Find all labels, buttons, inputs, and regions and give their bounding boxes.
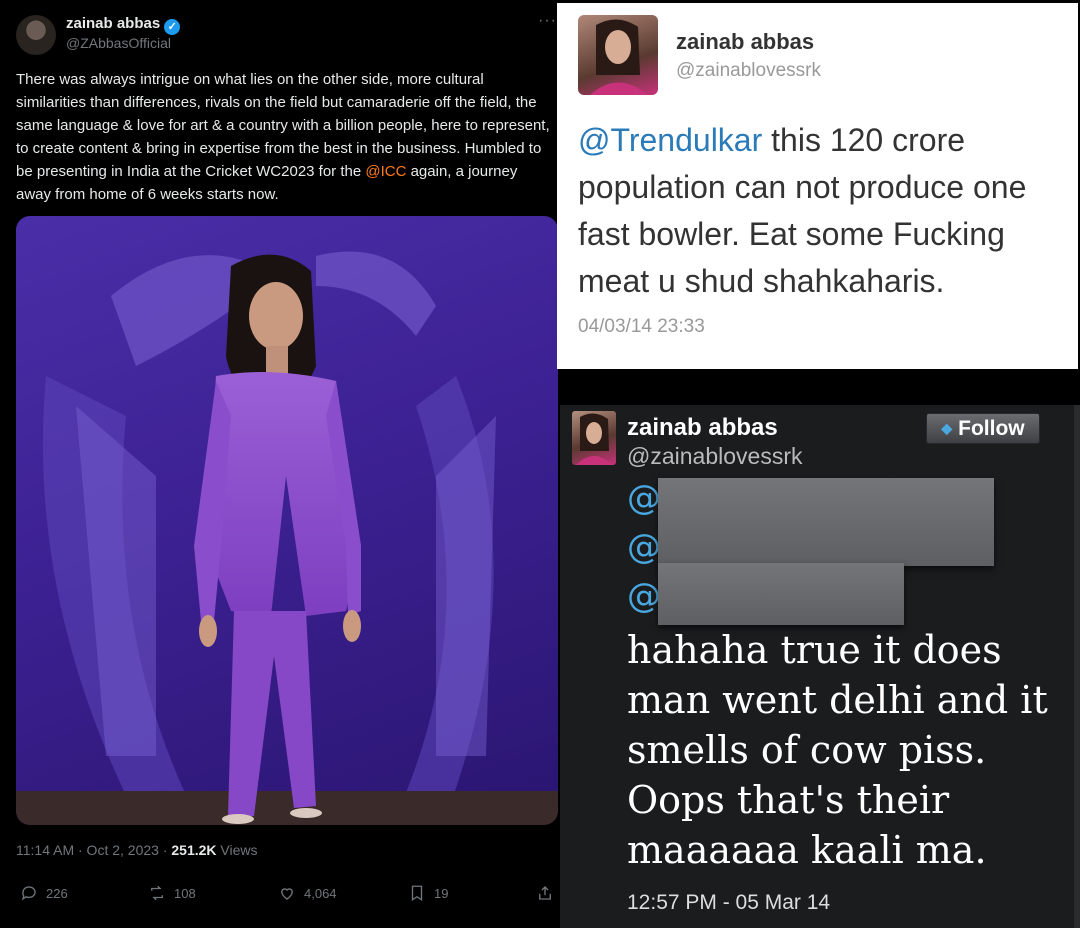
share-button[interactable] [536, 884, 554, 902]
left-post: zainab abbas ✓ @ZAbbasOfficial ··· There … [0, 0, 560, 928]
mention-link[interactable]: @Trendulkar [578, 122, 762, 158]
redaction-box [658, 563, 904, 625]
post-photo[interactable] [16, 216, 558, 825]
display-name-row[interactable]: zainab abbas ✓ [66, 15, 181, 35]
old-tweet-dark: zainab abbas @zainablovessrk ◆ Follow @ … [560, 405, 1080, 928]
views-label: Views [216, 842, 258, 858]
handle[interactable]: @zainablovessrk [627, 443, 802, 470]
display-name[interactable]: zainab abbas [66, 15, 160, 32]
bookmark-icon [411, 885, 423, 902]
follow-label: Follow [958, 416, 1025, 440]
tweet-timestamp[interactable]: 12:57 PM - 05 Mar 14 [627, 891, 830, 915]
like-icon [281, 888, 293, 900]
post-text: There was always intrigue on what lies o… [16, 68, 556, 206]
like-button[interactable]: 4,064 [278, 884, 337, 902]
reply-button[interactable]: 226 [20, 884, 68, 902]
repost-icon [151, 885, 163, 901]
display-name[interactable]: zainab abbas [676, 29, 814, 55]
verified-badge-icon: ✓ [164, 19, 181, 35]
reply-icon [21, 886, 36, 901]
twitter-bird-icon: ◆ [941, 420, 953, 436]
post-time[interactable]: 11:14 AM · Oct 2, 2023 · [16, 842, 171, 858]
bookmark-count: 19 [434, 885, 449, 901]
repost-button[interactable]: 108 [148, 884, 196, 902]
reply-count: 226 [46, 885, 68, 901]
share-icon [539, 886, 551, 900]
views-count: 251.2K [171, 842, 217, 858]
mention-1[interactable]: @ [627, 478, 661, 518]
action-bar: 226 108 4,064 19 [16, 884, 556, 912]
tweet-timestamp[interactable]: 04/03/14 23:33 [578, 316, 705, 338]
post-meta: 11:14 AM · Oct 2, 2023 · 251.2K Views [16, 842, 258, 858]
redaction-box [658, 478, 994, 566]
like-count: 4,064 [304, 885, 337, 901]
display-name[interactable]: zainab abbas [627, 414, 778, 442]
mention-link[interactable]: @ICC [365, 163, 406, 180]
avatar[interactable] [16, 15, 56, 55]
tweet-text: hahaha true it does man went delhi and i… [627, 628, 1048, 872]
follow-button[interactable]: ◆ Follow [926, 413, 1040, 444]
handle[interactable]: @ZAbbasOfficial [66, 35, 171, 51]
mention-2[interactable]: @ [627, 527, 661, 567]
more-options-icon[interactable]: ··· [538, 12, 557, 30]
handle[interactable]: @zainablovessrk [676, 60, 821, 82]
tweet-text: @Trendulkar this 120 crore population ca… [578, 117, 1078, 305]
bookmark-button[interactable]: 19 [408, 884, 448, 902]
mention-3[interactable]: @ [627, 576, 661, 616]
repost-count: 108 [174, 885, 196, 901]
old-tweet-white: zainab abbas @zainablovessrk @Trendulkar… [557, 3, 1078, 369]
scrollbar[interactable] [1074, 405, 1080, 928]
avatar[interactable] [572, 411, 616, 465]
avatar[interactable] [578, 15, 658, 95]
